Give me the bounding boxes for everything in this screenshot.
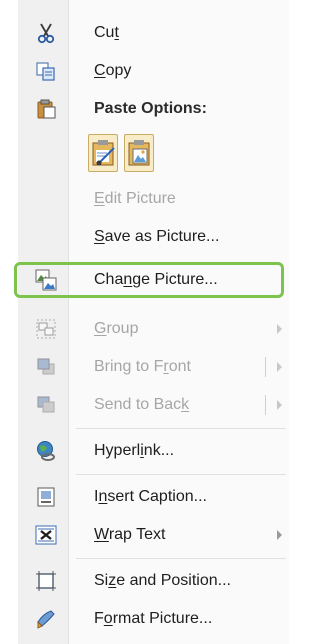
paste-use-destination-theme-icon: [92, 140, 116, 173]
menu-header-label: Paste Options:: [94, 100, 207, 117]
menu-item-label: Size and Position...: [94, 572, 231, 589]
paste-option-picture[interactable]: [124, 134, 154, 172]
split-separator: [265, 395, 266, 415]
menu-divider: [76, 558, 286, 559]
menu-item-label: Cut: [94, 24, 119, 41]
highlight-box: [14, 262, 284, 298]
globe-link-icon: [35, 440, 57, 462]
menu-item-label: Edit Picture: [94, 190, 176, 207]
menu-item-hyperlink[interactable]: Hyperlink...: [18, 432, 286, 470]
menu-item-bring-to-front[interactable]: Bring to Front: [18, 348, 286, 386]
submenu-arrow-icon: [277, 324, 282, 334]
paste-picture-icon: [128, 140, 152, 173]
submenu-arrow-icon: [277, 362, 282, 372]
copy-icon: [35, 60, 57, 82]
group-icon: [35, 318, 57, 340]
menu-divider: [76, 474, 286, 475]
size-position-icon: [35, 570, 57, 592]
caption-icon: [35, 486, 57, 508]
menu-item-insert-caption[interactable]: Insert Caption...: [18, 478, 286, 516]
menu-header-paste-options: Paste Options:: [18, 90, 286, 128]
submenu-arrow-icon: [277, 530, 282, 540]
menu-item-label: Hyperlink...: [94, 442, 175, 459]
menu-item-label: Group: [94, 320, 139, 337]
send-to-back-icon: [35, 394, 57, 416]
menu-item-edit-picture[interactable]: Edit Picture: [18, 180, 286, 218]
menu-item-save-as-picture[interactable]: Save as Picture...: [18, 218, 286, 256]
menu-item-label: Insert Caption...: [94, 488, 207, 505]
paste-option-use-destination-theme[interactable]: [88, 134, 118, 172]
menu-item-label: Bring to Front: [94, 358, 191, 375]
menu-item-cut[interactable]: Cut: [18, 14, 286, 52]
bring-to-front-icon: [35, 356, 57, 378]
menu-item-label: Wrap Text: [94, 526, 166, 543]
menu-item-format-picture[interactable]: Format Picture...: [18, 600, 286, 638]
wrap-text-icon: [35, 524, 57, 546]
submenu-arrow-icon: [277, 400, 282, 410]
menu-item-copy[interactable]: Copy: [18, 52, 286, 90]
menu-divider: [76, 428, 286, 429]
clipboard-icon: [35, 98, 57, 120]
menu-item-size-and-position[interactable]: Size and Position...: [18, 562, 286, 600]
menu-item-wrap-text[interactable]: Wrap Text: [18, 516, 286, 554]
menu-item-label: Send to Back: [94, 396, 190, 413]
menu-item-label: Save as Picture...: [94, 228, 220, 245]
format-picture-icon: [35, 608, 57, 630]
scissors-icon: [35, 22, 57, 44]
split-separator: [265, 357, 266, 377]
menu-item-group[interactable]: Group: [18, 310, 286, 348]
menu-item-label: Format Picture...: [94, 610, 213, 627]
menu-item-label: Copy: [94, 62, 132, 79]
menu-item-send-to-back[interactable]: Send to Back: [18, 386, 286, 424]
